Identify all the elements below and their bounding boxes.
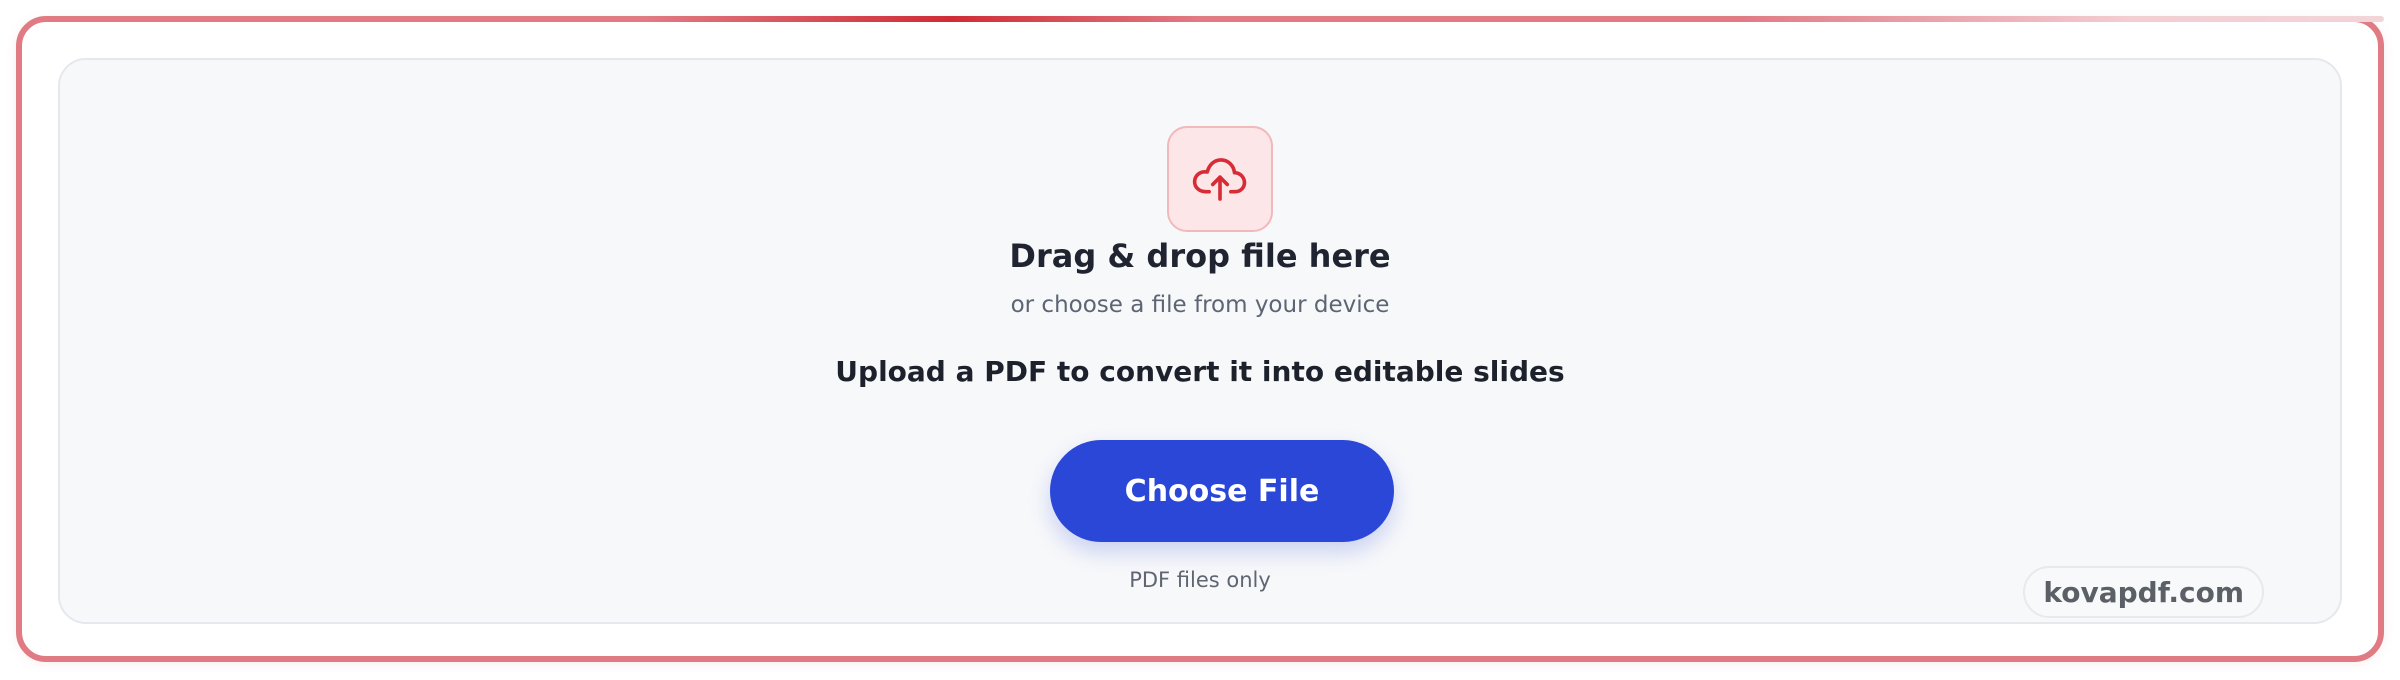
brand-badge: kovapdf.com (2023, 566, 2264, 618)
cloud-upload-icon (1192, 158, 1247, 201)
dropzone-title: Drag & drop file here (1009, 237, 1391, 275)
upload-card-frame: Drag & drop file here or choose a file f… (16, 16, 2384, 662)
file-type-hint: PDF files only (1129, 568, 1271, 592)
file-dropzone[interactable]: Drag & drop file here or choose a file f… (58, 58, 2342, 624)
upload-instruction: Upload a PDF to convert it into editable… (835, 355, 1565, 388)
frame-highlight (642, 16, 1202, 22)
upload-icon-tile (1167, 126, 1273, 232)
frame-fade (1744, 16, 2384, 22)
choose-file-button[interactable]: Choose File (1050, 440, 1394, 542)
dropzone-subtitle: or choose a file from your device (1010, 292, 1390, 318)
